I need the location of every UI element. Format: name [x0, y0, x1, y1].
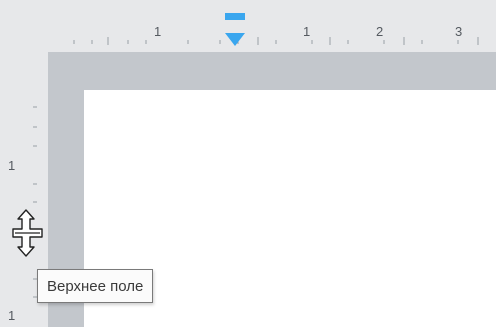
horizontal-ruler-ticks	[73, 37, 479, 45]
hanging-indent-marker[interactable]	[225, 33, 245, 46]
horizontal-ruler[interactable]: 1 1 2 3	[48, 0, 496, 52]
h-ruler-label: 2	[376, 24, 383, 39]
resize-vertical-cursor-icon	[12, 209, 44, 257]
ruler-corner	[0, 0, 48, 52]
h-ruler-label: 3	[455, 24, 462, 39]
top-margin-tooltip: Верхнее поле	[37, 269, 154, 303]
h-ruler-label: 1	[154, 24, 161, 39]
tooltip-text: Верхнее поле	[47, 277, 144, 295]
first-line-indent-marker[interactable]	[225, 13, 245, 20]
h-ruler-label: 1	[303, 24, 310, 39]
v-ruler-label: 1	[8, 308, 15, 323]
v-ruler-label: 1	[8, 158, 15, 173]
